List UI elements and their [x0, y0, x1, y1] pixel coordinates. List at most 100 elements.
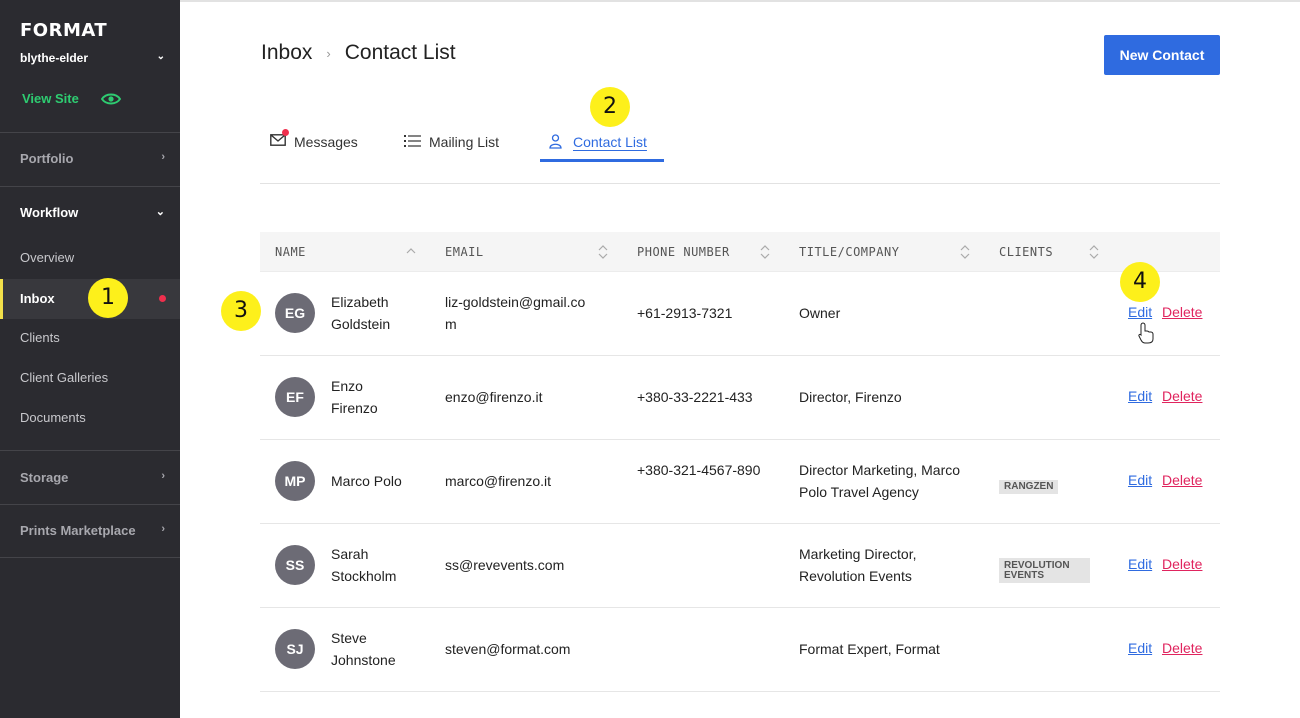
sidebar-section-prints-marketplace[interactable]: Prints Marketplace ›	[20, 523, 165, 538]
delete-link[interactable]: Delete	[1162, 472, 1202, 488]
sidebar-item-label: Inbox	[20, 291, 55, 306]
sidebar-divider	[0, 450, 180, 451]
contact-name: Sarah Stockholm	[331, 546, 397, 584]
sidebar-section-storage[interactable]: Storage ›	[20, 470, 165, 485]
client-tag[interactable]: REVOLUTION EVENTS	[999, 558, 1090, 583]
view-site-link[interactable]: View Site	[22, 91, 79, 106]
edit-link[interactable]: Edit	[1128, 556, 1152, 572]
eye-icon[interactable]	[101, 92, 121, 106]
sidebar-item-label: Documents	[20, 410, 86, 425]
notification-dot	[159, 295, 166, 302]
edit-link[interactable]: Edit	[1128, 640, 1152, 656]
table-row[interactable]: EF Enzo Firenzo enzo@firenzo.it +380-33-…	[260, 356, 1220, 440]
column-label: NAME	[275, 245, 306, 259]
section-label: Prints Marketplace	[20, 523, 136, 538]
sidebar-item-documents[interactable]: Documents	[0, 398, 180, 438]
chevron-right-icon: ›	[161, 151, 165, 163]
column-header-title-company[interactable]: TITLE/COMPANY	[799, 232, 899, 272]
chevron-right-icon: ›	[161, 523, 165, 535]
tab-messages[interactable]: Messages	[270, 120, 370, 162]
delete-link[interactable]: Delete	[1162, 556, 1202, 572]
edit-link[interactable]: Edit	[1128, 472, 1152, 488]
hand-pointer-icon	[1138, 322, 1154, 344]
section-label: Workflow	[20, 205, 79, 220]
breadcrumb: Inbox › Contact List	[261, 41, 456, 65]
column-header-phone[interactable]: PHONE NUMBER	[637, 232, 730, 272]
table-row[interactable]: MP Marco Polo marco@firenzo.it +380-321-…	[260, 440, 1220, 524]
sidebar-divider	[0, 557, 180, 558]
column-header-name[interactable]: NAME	[275, 232, 306, 272]
contact-phone: +380-33-2221-433	[637, 389, 753, 405]
section-label: Storage	[20, 470, 69, 485]
contact-email: marco@firenzo.it	[445, 473, 552, 489]
notification-dot	[282, 129, 289, 136]
contact-email: steven@format.com	[445, 641, 571, 657]
contact-title: Director Marketing, Marco Polo Travel Ag…	[799, 462, 961, 500]
chevron-down-icon: ⌄	[156, 51, 165, 62]
table-row[interactable]: SJ Steve Johnstone steven@format.com For…	[260, 608, 1220, 692]
delete-link[interactable]: Delete	[1162, 388, 1202, 404]
edit-link[interactable]: Edit	[1128, 388, 1152, 404]
user-icon	[549, 134, 562, 149]
sort-icon[interactable]	[598, 244, 608, 260]
new-contact-button[interactable]: New Contact	[1104, 35, 1220, 75]
sort-icon[interactable]	[760, 244, 770, 260]
delete-link[interactable]: Delete	[1162, 640, 1202, 656]
sidebar-section-workflow[interactable]: Workflow ⌄	[20, 205, 165, 220]
sidebar-divider	[0, 132, 180, 133]
contact-phone: +61-2913-7321	[637, 305, 733, 321]
sidebar-item-overview[interactable]: Overview	[0, 238, 180, 278]
sidebar-section-portfolio[interactable]: Portfolio ›	[20, 151, 165, 166]
contact-name: Steve Johnstone	[331, 630, 396, 668]
contact-email: enzo@firenzo.it	[445, 389, 543, 405]
sidebar-item-label: Clients	[20, 330, 60, 345]
delete-link[interactable]: Delete	[1162, 304, 1202, 320]
sidebar-item-label: Overview	[20, 250, 75, 265]
sort-ascending-icon[interactable]	[406, 244, 416, 260]
contact-name: Enzo Firenzo	[331, 378, 378, 416]
page-title: Contact List	[344, 41, 456, 64]
list-icon	[404, 135, 421, 147]
account-name: blythe-elder	[20, 51, 89, 65]
column-label: TITLE/COMPANY	[799, 245, 900, 259]
breadcrumb-inbox[interactable]: Inbox	[261, 41, 312, 64]
client-tag[interactable]: RANGZEN	[999, 480, 1059, 494]
step-marker: 2	[590, 87, 630, 127]
active-tab-indicator	[540, 159, 664, 162]
contact-title: Director, Firenzo	[799, 389, 902, 405]
contact-phone: +380-321-4567-890	[637, 462, 761, 478]
table-row[interactable]: EG Elizabeth Goldstein liz-goldstein@gma…	[260, 272, 1220, 356]
column-header-email[interactable]: EMAIL	[445, 232, 484, 272]
avatar: SJ	[275, 629, 315, 669]
top-border	[180, 0, 1300, 2]
sidebar-item-client-galleries[interactable]: Client Galleries	[0, 358, 180, 398]
account-switcher[interactable]: blythe-elder ⌄	[20, 51, 165, 65]
tab-mailing-list[interactable]: Mailing List	[404, 120, 514, 162]
sidebar-divider	[0, 504, 180, 505]
contact-title: Format Expert, Format	[799, 641, 940, 657]
brand-logo[interactable]: FORMAT	[20, 20, 107, 41]
tab-label: Mailing List	[429, 134, 500, 150]
tab-bar: Messages Mailing List Contact List	[260, 120, 1220, 184]
avatar: EF	[275, 377, 315, 417]
contact-email: ss@revevents.com	[445, 557, 565, 573]
sidebar-item-clients[interactable]: Clients	[0, 318, 180, 358]
edit-link[interactable]: Edit	[1128, 304, 1152, 320]
avatar: MP	[275, 461, 315, 501]
table-header: NAME EMAIL PHONE NUMBER TITLE/COMPANY CL…	[260, 232, 1220, 272]
column-header-clients[interactable]: CLIENTS	[999, 232, 1053, 272]
sidebar: FORMAT blythe-elder ⌄ View Site Portfoli…	[0, 0, 180, 718]
section-label: Portfolio	[20, 151, 74, 166]
avatar: SS	[275, 545, 315, 585]
table-row[interactable]: SS Sarah Stockholm ss@revevents.com Mark…	[260, 524, 1220, 608]
sidebar-divider	[0, 186, 180, 187]
sort-icon[interactable]	[960, 244, 970, 260]
sort-icon[interactable]	[1089, 244, 1099, 260]
step-marker: 1	[88, 278, 128, 318]
contact-email: liz-goldstein@gmail.com	[445, 294, 586, 332]
avatar: EG	[275, 293, 315, 333]
contact-name: Marco Polo	[331, 473, 402, 489]
contact-title: Marketing Director, Revolution Events	[799, 546, 917, 584]
column-label: CLIENTS	[999, 245, 1054, 259]
column-label: PHONE NUMBER	[637, 245, 730, 259]
